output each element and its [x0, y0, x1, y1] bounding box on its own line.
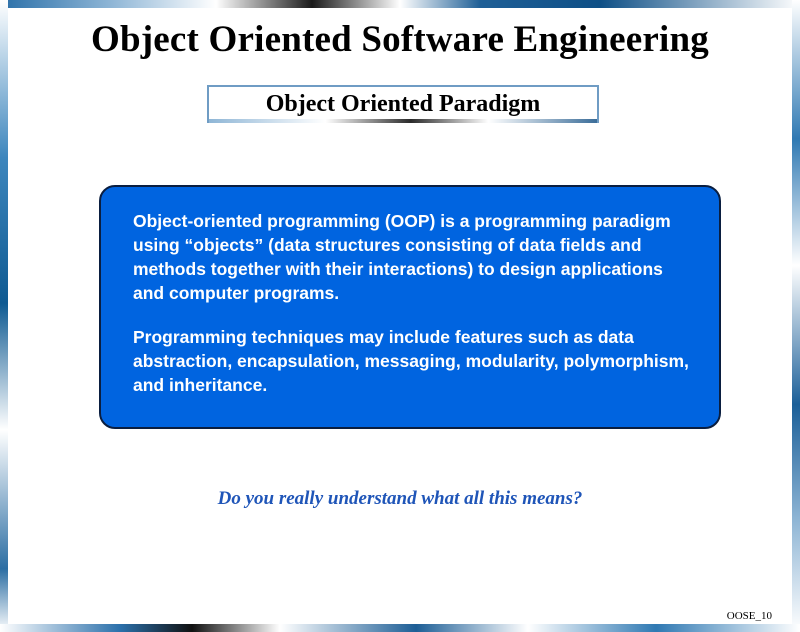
slide-number: OOSE_10	[726, 610, 772, 622]
question-text: Do you really understand what all this m…	[217, 488, 583, 509]
slide-title: Object Oriented Software Engineering	[91, 19, 709, 60]
techniques-paragraph: Programming techniques may include featu…	[133, 327, 689, 395]
slide-subtitle: Object Oriented Paradigm	[265, 91, 541, 117]
top-border-decoration	[0, 0, 800, 8]
definition-paragraph: Object-oriented programming (OOP) is a p…	[133, 211, 671, 303]
right-border-decoration	[792, 0, 800, 632]
bottom-border-decoration	[0, 624, 800, 632]
left-border-decoration	[0, 0, 8, 632]
definition-box: Object-oriented programming (OOP) is a p…	[99, 185, 721, 429]
slide: Object Oriented Software Engineering Obj…	[0, 0, 800, 632]
subtitle-box: Object Oriented Paradigm	[207, 85, 599, 123]
